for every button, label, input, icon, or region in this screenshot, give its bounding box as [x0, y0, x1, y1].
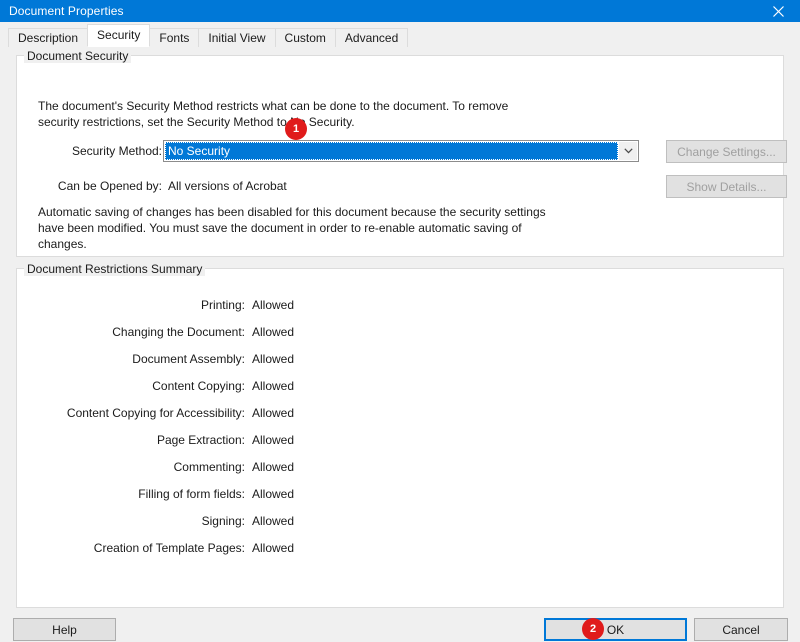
table-row: Changing the Document: Allowed — [17, 318, 783, 345]
restriction-label: Creation of Template Pages: — [93, 540, 245, 555]
tab-security[interactable]: Security — [87, 24, 151, 47]
restriction-label: Page Extraction: — [156, 432, 245, 447]
restriction-value: Allowed — [252, 459, 295, 474]
change-settings-button[interactable]: Change Settings... — [666, 140, 787, 163]
restrictions-table: Printing: Allowed Changing the Document:… — [17, 291, 783, 561]
table-row: Signing: Allowed — [17, 507, 783, 534]
restriction-label: Content Copying for Accessibility: — [66, 405, 245, 420]
restriction-value: Allowed — [252, 540, 295, 555]
close-icon[interactable] — [756, 0, 800, 22]
restriction-value: Allowed — [252, 297, 295, 312]
table-row: Content Copying: Allowed — [17, 372, 783, 399]
focus-rectangle — [165, 142, 618, 160]
document-properties-dialog: Description Security Fonts Initial View … — [0, 22, 800, 642]
restriction-label: Commenting: — [173, 459, 245, 474]
show-details-button[interactable]: Show Details... — [666, 175, 787, 198]
table-row: Document Assembly: Allowed — [17, 345, 783, 372]
restriction-value: Allowed — [252, 351, 295, 366]
tab-strip: Description Security Fonts Initial View … — [8, 24, 409, 47]
tab-custom[interactable]: Custom — [274, 28, 336, 47]
document-security-legend: Document Security — [24, 49, 132, 63]
auto-save-warning: Automatic saving of changes has been dis… — [38, 205, 546, 251]
table-row: Creation of Template Pages: Allowed — [17, 534, 783, 561]
restriction-label: Signing: — [201, 513, 245, 528]
restriction-label: Changing the Document: — [112, 324, 245, 339]
ok-button[interactable]: OK — [544, 618, 687, 641]
tab-initial-view[interactable]: Initial View — [198, 28, 276, 47]
table-row: Content Copying for Accessibility: Allow… — [17, 399, 783, 426]
document-restrictions-legend: Document Restrictions Summary — [24, 262, 206, 276]
restriction-label: Document Assembly: — [132, 351, 245, 366]
restriction-value: Allowed — [252, 513, 295, 528]
table-row: Filling of form fields: Allowed — [17, 480, 783, 507]
restriction-value: Allowed — [252, 432, 295, 447]
restriction-value: Allowed — [252, 405, 295, 420]
title-bar: Document Properties — [0, 0, 800, 22]
restriction-value: Allowed — [252, 378, 295, 393]
window-title: Document Properties — [9, 4, 124, 18]
tab-description[interactable]: Description — [8, 28, 89, 47]
tab-advanced[interactable]: Advanced — [334, 28, 409, 47]
can-be-opened-by-label: Can be Opened by: — [57, 179, 162, 193]
restriction-label: Filling of form fields: — [138, 486, 245, 501]
document-restrictions-group: Document Restrictions Summary Printing: … — [16, 262, 784, 608]
table-row: Printing: Allowed — [17, 291, 783, 318]
tab-fonts[interactable]: Fonts — [149, 28, 200, 47]
security-method-value-field[interactable]: No Security — [165, 142, 618, 160]
restriction-value: Allowed — [252, 486, 295, 501]
table-row: Commenting: Allowed — [17, 453, 783, 480]
help-button[interactable]: Help — [13, 618, 116, 641]
security-method-label: Security Method: — [71, 144, 162, 158]
can-be-opened-by-value: All versions of Acrobat — [168, 179, 287, 193]
restriction-label: Content Copying: — [152, 378, 245, 393]
document-security-group: Document Security The document's Securit… — [16, 49, 787, 257]
restriction-value: Allowed — [252, 324, 295, 339]
security-method-dropdown[interactable]: No Security — [163, 140, 639, 162]
step-badge-1: 1 — [285, 118, 307, 140]
chevron-down-icon[interactable] — [619, 142, 637, 160]
restriction-label: Printing: — [200, 297, 245, 312]
table-row: Page Extraction: Allowed — [17, 426, 783, 453]
step-badge-2: 2 — [582, 618, 604, 640]
cancel-button[interactable]: Cancel — [694, 618, 788, 641]
security-method-value: No Security — [168, 144, 231, 158]
